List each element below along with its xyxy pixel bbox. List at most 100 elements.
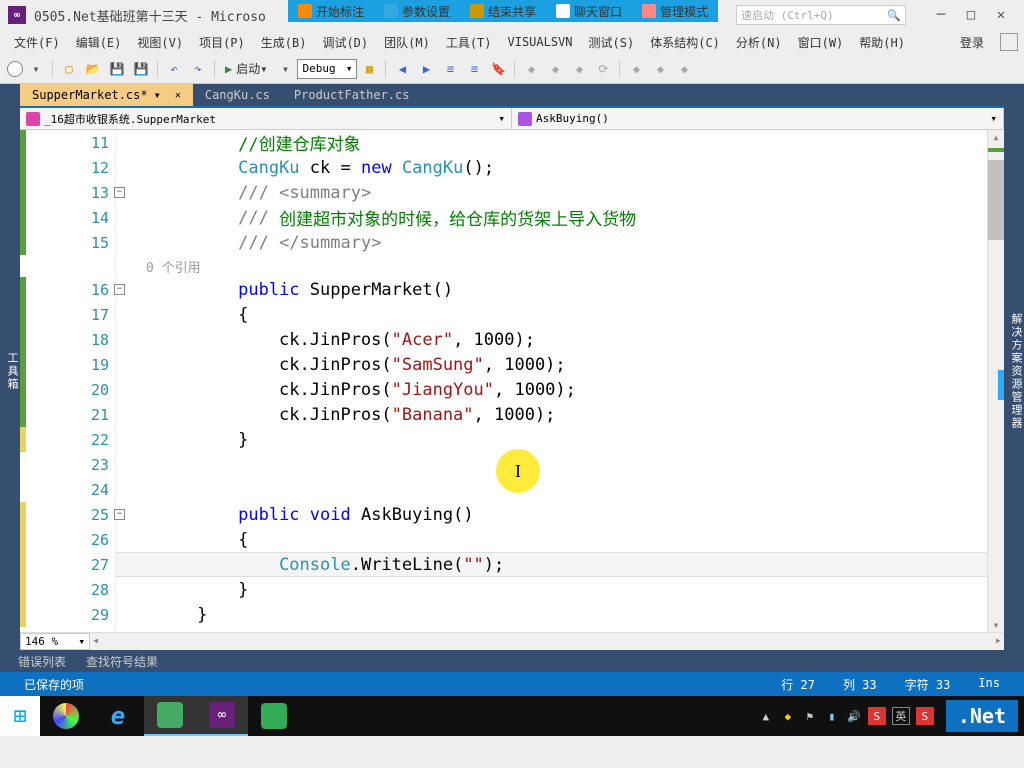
overlay-3[interactable]: 聊天窗口	[546, 0, 632, 22]
code-editor[interactable]: 111213−141516−171819202122232425−2627282…	[20, 130, 1004, 632]
vertical-scrollbar[interactable]: ▴ ▾	[987, 130, 1004, 632]
taskbar-vs[interactable]: ∞	[196, 696, 248, 736]
code-line-15[interactable]: /// </summary>	[116, 230, 987, 255]
code-line-17[interactable]: {	[116, 302, 987, 327]
tray-up-icon[interactable]: ▲	[758, 708, 774, 724]
save-button[interactable]: 💾	[106, 58, 128, 80]
account-icon[interactable]	[1000, 33, 1018, 51]
tray-shield-icon[interactable]: ◆	[780, 708, 796, 724]
code-line-19[interactable]: ck.JinPros("SamSung", 1000);	[116, 352, 987, 377]
bottom-tab-0[interactable]: 错误列表	[8, 653, 76, 670]
zoom-combo[interactable]: 146 %▾	[20, 633, 90, 650]
menu-9[interactable]: 测试(S)	[581, 30, 643, 54]
new-button[interactable]: ▢	[58, 58, 80, 80]
tab-close-icon[interactable]: ✕	[175, 90, 181, 101]
solution-explorer-tab[interactable]: 解决方案资源管理器	[1004, 84, 1024, 650]
code-line-11[interactable]: //创建仓库对象	[116, 130, 987, 155]
code-line-25[interactable]: public void AskBuying()	[116, 502, 987, 527]
menu-3[interactable]: 项目(P)	[191, 30, 253, 54]
indent-inc-button[interactable]: ▶	[415, 58, 437, 80]
menu-12[interactable]: 窗口(W)	[790, 30, 852, 54]
svn5[interactable]: ◆	[625, 58, 647, 80]
member-combo[interactable]: AskBuying()▾	[512, 108, 1004, 129]
tray-ime1-icon[interactable]: S	[868, 707, 886, 725]
code-line-28[interactable]: }	[116, 577, 987, 602]
quick-launch-input[interactable]: 速启动 (Ctrl+Q)🔍	[736, 5, 906, 25]
code-area[interactable]: I //创建仓库对象 CangKu ck = new CangKu(); ///…	[116, 130, 987, 632]
open-button[interactable]: 📂	[82, 58, 104, 80]
code-line-21[interactable]: ck.JinPros("Banana", 1000);	[116, 402, 987, 427]
svn4[interactable]: ⟳	[592, 58, 614, 80]
svn3[interactable]: ◆	[568, 58, 590, 80]
config-combo[interactable]: Debug▾	[297, 59, 357, 79]
menu-11[interactable]: 分析(N)	[728, 30, 790, 54]
overlay-2[interactable]: 结束共享	[460, 0, 546, 22]
redo-button[interactable]: ↷	[187, 58, 209, 80]
menu-10[interactable]: 体系结构(C)	[642, 30, 728, 54]
bookmark-button[interactable]: 🔖	[487, 58, 509, 80]
doc-tab-0[interactable]: SupperMarket.cs*▾✕	[20, 84, 193, 106]
overlay-0[interactable]: 开始标注	[288, 0, 374, 22]
close-button[interactable]: ✕	[986, 4, 1016, 26]
svn6[interactable]: ◆	[649, 58, 671, 80]
taskbar-ie[interactable]: e	[92, 696, 144, 736]
code-line-12[interactable]: CangKu ck = new CangKu();	[116, 155, 987, 180]
overlay-1[interactable]: 参数设置	[374, 0, 460, 22]
overlay-4[interactable]: 管理模式	[632, 0, 718, 22]
svn7[interactable]: ◆	[673, 58, 695, 80]
svn1[interactable]: ◆	[520, 58, 542, 80]
code-line-13[interactable]: /// <summary>	[116, 180, 987, 205]
maximize-button[interactable]: □	[956, 4, 986, 26]
indent-dec-button[interactable]: ◀	[391, 58, 413, 80]
code-line-18[interactable]: ck.JinPros("Acer", 1000);	[116, 327, 987, 352]
menu-13[interactable]: 帮助(H)	[851, 30, 913, 54]
doc-tab-2[interactable]: ProductFather.cs	[282, 84, 422, 106]
codelens-refs[interactable]: 0 个引用	[116, 255, 987, 277]
comment-button[interactable]: ≡	[439, 58, 461, 80]
code-line-22[interactable]: }	[116, 427, 987, 452]
horizontal-scrollbar[interactable]: ◂▸	[90, 633, 1004, 650]
code-line-24[interactable]	[116, 477, 987, 502]
menu-1[interactable]: 编辑(E)	[68, 30, 130, 54]
doc-tab-1[interactable]: CangKu.cs	[193, 84, 282, 106]
code-line-16[interactable]: public SupperMarket()	[116, 277, 987, 302]
class-combo[interactable]: _16超市收银系统.SupperMarket▾	[20, 108, 512, 129]
nav-fwd-button[interactable]: ▾	[25, 58, 47, 80]
menu-2[interactable]: 视图(V)	[129, 30, 191, 54]
menu-6[interactable]: 团队(M)	[376, 30, 438, 54]
code-line-20[interactable]: ck.JinPros("JiangYou", 1000);	[116, 377, 987, 402]
scroll-thumb[interactable]	[988, 160, 1004, 240]
uncomment-button[interactable]: ≡	[463, 58, 485, 80]
start-button[interactable]: ▶启动 ▾	[219, 60, 273, 77]
tb-misc1[interactable]: ▦	[358, 58, 380, 80]
undo-button[interactable]: ↶	[163, 58, 185, 80]
menu-8[interactable]: VISUALSVN	[500, 30, 581, 54]
code-line-14[interactable]: /// 创建超市对象的时候，给仓库的货架上导入货物	[116, 205, 987, 230]
code-line-27[interactable]: Console.WriteLine("");	[116, 552, 987, 577]
tray-vol-icon[interactable]: 🔊	[846, 708, 862, 724]
code-line-29[interactable]: }	[116, 602, 987, 627]
tray-ime2-icon[interactable]: 英	[892, 707, 910, 725]
menu-5[interactable]: 调试(D)	[314, 30, 376, 54]
windows-taskbar: ⊞ e ∞ ▲ ◆ ⚑ ▮ 🔊 S 英 S .Net	[0, 696, 1024, 736]
tray-net-icon[interactable]: ▮	[824, 708, 840, 724]
tray-flag-icon[interactable]: ⚑	[802, 708, 818, 724]
tray-ime3-icon[interactable]: S	[916, 707, 934, 725]
minimize-button[interactable]: ─	[926, 4, 956, 26]
toolbox-panel-tab[interactable]: 工具箱	[0, 84, 20, 650]
svn2[interactable]: ◆	[544, 58, 566, 80]
bottom-tab-1[interactable]: 查找符号结果	[76, 653, 168, 670]
menu-7[interactable]: 工具(T)	[438, 30, 500, 54]
saveall-button[interactable]: 💾	[130, 58, 152, 80]
taskbar-app2[interactable]	[144, 696, 196, 736]
code-line-23[interactable]	[116, 452, 987, 477]
menu-4[interactable]: 生成(B)	[253, 30, 315, 54]
start-opts[interactable]: ▾	[274, 58, 296, 80]
nav-back-button[interactable]	[7, 61, 23, 77]
menu-0[interactable]: 文件(F)	[6, 30, 68, 54]
taskbar-app3[interactable]	[248, 696, 300, 736]
login-link[interactable]: 登录	[952, 30, 992, 54]
taskbar-app1[interactable]	[40, 696, 92, 736]
start-menu-button[interactable]: ⊞	[0, 696, 40, 736]
code-line-26[interactable]: {	[116, 527, 987, 552]
